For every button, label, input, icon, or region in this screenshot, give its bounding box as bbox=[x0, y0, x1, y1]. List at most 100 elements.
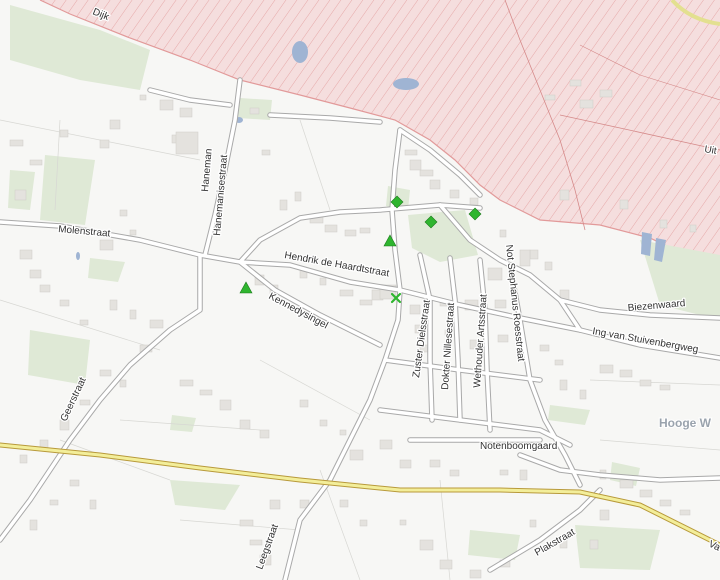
building bbox=[559, 189, 570, 201]
building bbox=[249, 107, 260, 115]
building bbox=[519, 249, 531, 267]
building bbox=[439, 559, 453, 570]
building bbox=[19, 454, 28, 464]
building bbox=[619, 479, 634, 489]
building bbox=[419, 539, 434, 551]
building bbox=[449, 469, 460, 477]
building bbox=[339, 429, 347, 436]
building bbox=[299, 399, 309, 408]
building bbox=[659, 499, 672, 507]
building bbox=[219, 399, 232, 411]
building bbox=[619, 369, 633, 378]
pond bbox=[76, 252, 80, 260]
building bbox=[119, 379, 127, 388]
building bbox=[59, 129, 69, 138]
meadow-patch bbox=[88, 258, 125, 282]
meadow-patch bbox=[40, 155, 95, 225]
building bbox=[14, 189, 27, 201]
label-dokter: Dokter Nillesestraat bbox=[440, 302, 457, 390]
building bbox=[529, 249, 539, 260]
building bbox=[349, 449, 364, 461]
label-haneman: Haneman bbox=[200, 148, 215, 192]
building bbox=[499, 229, 507, 238]
building bbox=[639, 379, 652, 387]
building bbox=[449, 189, 460, 199]
building bbox=[379, 439, 393, 450]
triangle-marker-2[interactable] bbox=[239, 281, 253, 294]
building bbox=[9, 139, 24, 147]
building bbox=[79, 319, 89, 326]
building bbox=[339, 499, 349, 508]
pond bbox=[292, 41, 308, 63]
building bbox=[29, 519, 38, 531]
label-molenstraat: Molenstraat bbox=[58, 224, 111, 240]
label-hendrik: Hendrik de Haardtstraat bbox=[283, 250, 390, 279]
building bbox=[49, 499, 59, 506]
building bbox=[429, 459, 441, 468]
building bbox=[129, 309, 137, 320]
building bbox=[579, 99, 594, 109]
building bbox=[39, 284, 51, 293]
building bbox=[239, 519, 254, 527]
building bbox=[319, 419, 328, 427]
label-hoogew: Hooge W bbox=[659, 416, 712, 430]
building bbox=[544, 94, 556, 101]
dike-zone-hatch bbox=[40, 0, 720, 268]
building bbox=[409, 304, 421, 315]
building bbox=[494, 299, 507, 309]
building bbox=[544, 261, 553, 271]
building bbox=[99, 369, 112, 377]
building bbox=[279, 199, 288, 211]
building bbox=[499, 469, 509, 476]
building bbox=[89, 499, 97, 510]
building bbox=[519, 469, 528, 481]
building bbox=[469, 569, 482, 579]
building bbox=[559, 379, 568, 391]
building bbox=[639, 489, 653, 498]
building bbox=[199, 389, 213, 396]
building bbox=[689, 224, 697, 233]
building bbox=[179, 379, 194, 387]
building bbox=[497, 334, 509, 343]
building bbox=[659, 219, 668, 229]
building bbox=[269, 499, 281, 510]
building bbox=[529, 519, 537, 528]
building bbox=[344, 229, 357, 237]
building bbox=[249, 539, 263, 546]
building bbox=[109, 119, 121, 130]
building bbox=[569, 79, 582, 87]
building bbox=[579, 389, 587, 400]
building bbox=[139, 94, 147, 101]
building bbox=[59, 299, 70, 307]
building bbox=[129, 229, 137, 236]
building bbox=[599, 89, 613, 98]
building bbox=[149, 319, 164, 329]
building bbox=[79, 399, 91, 406]
building bbox=[29, 159, 43, 166]
building bbox=[99, 139, 110, 149]
building bbox=[175, 131, 199, 155]
map-canvas[interactable]: Dijk Uit Haneman Hanemanisestraat Molens… bbox=[0, 0, 720, 580]
building bbox=[261, 149, 271, 156]
building bbox=[619, 199, 629, 210]
building bbox=[679, 509, 691, 516]
label-kennedysingel: Kennedysingel bbox=[267, 291, 330, 332]
building bbox=[599, 364, 614, 374]
building bbox=[359, 227, 371, 234]
building bbox=[69, 479, 80, 487]
building bbox=[404, 149, 418, 156]
building bbox=[554, 359, 564, 366]
label-uit: Uit bbox=[703, 144, 717, 157]
meadow-patch bbox=[548, 405, 590, 425]
building bbox=[99, 239, 114, 251]
building bbox=[359, 299, 373, 306]
building bbox=[399, 459, 412, 469]
building bbox=[119, 209, 128, 217]
pond bbox=[393, 78, 419, 90]
building bbox=[589, 539, 599, 550]
building bbox=[359, 519, 368, 527]
map-view[interactable]: Dijk Uit Haneman Hanemanisestraat Molens… bbox=[0, 0, 720, 580]
label-ingvan: Ing van Stuivenbergweg bbox=[591, 326, 699, 355]
building bbox=[29, 269, 42, 279]
building bbox=[539, 344, 550, 352]
